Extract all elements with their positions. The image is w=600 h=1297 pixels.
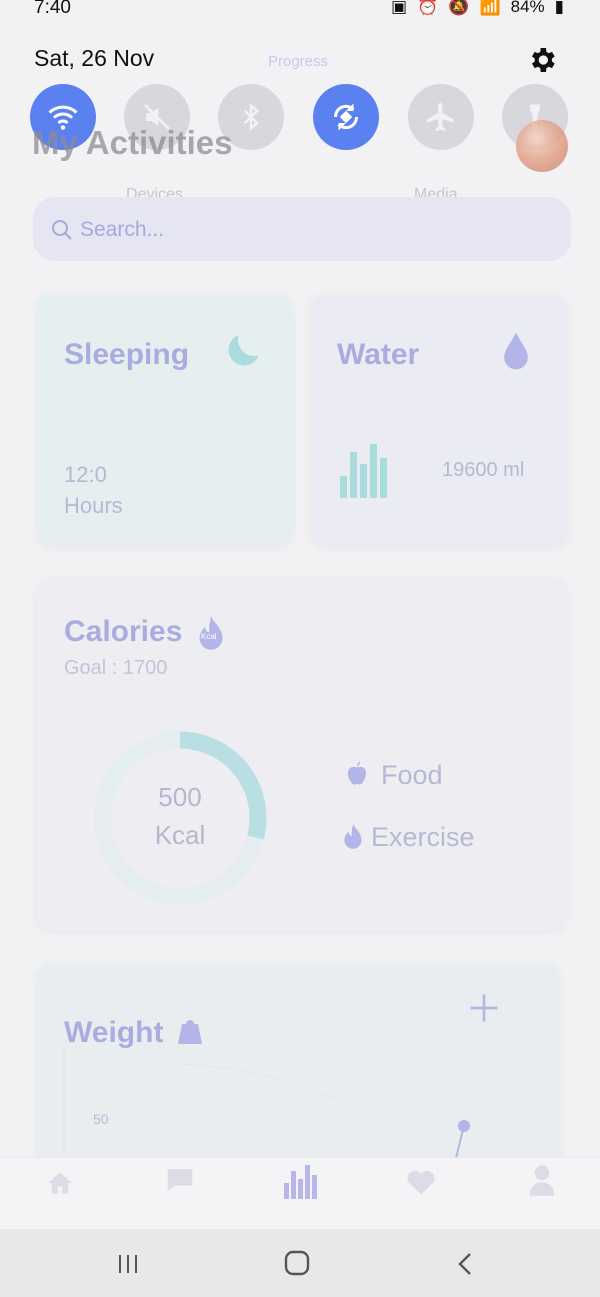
search-placeholder: Search... [80,218,165,241]
water-drop-icon [504,332,528,370]
qs-tile-airplane[interactable] [408,84,474,150]
avatar[interactable] [516,120,568,172]
nav-home-icon[interactable] [45,1170,75,1196]
airplane-icon [426,102,454,132]
settings-gear-icon[interactable] [526,44,558,76]
water-value: 19600 ml [442,459,525,481]
page-title: My Activities [32,124,233,161]
battery-percent: 84% [510,0,545,16]
status-icons: ▣ ⏰ 🔕 📶 84% ▮ [391,0,564,17]
legend-food: Food [381,760,443,790]
flame-badge-icon: Kcal [193,614,229,654]
home-button-icon[interactable] [283,1249,311,1277]
status-bar: 7:40 ▣ ⏰ 🔕 📶 84% ▮ [0,0,600,22]
calories-unit: Kcal [154,820,206,850]
flame-badge-label: Kcal [201,632,217,641]
nav-profile-icon[interactable] [527,1163,557,1197]
recent-apps-icon[interactable] [116,1252,140,1276]
calories-value: 500 [158,782,202,812]
nav-chat-icon[interactable] [163,1165,197,1195]
qs-date: Sat, 26 Nov [34,45,155,71]
moon-icon [228,335,259,366]
legend-exercise: Exercise [371,822,475,852]
calories-goal: Goal : 1700 [64,657,168,679]
weight-title: Weight [64,1016,164,1049]
calories-ring [93,731,267,905]
exercise-flame-icon [344,823,362,849]
notification-icon: ▣ [391,0,408,16]
wifi-icon: 📶 [479,0,501,16]
auto-rotate-icon [333,103,359,131]
weight-icon [178,1020,202,1044]
bluetooth-icon [243,103,260,131]
weight-data-point [458,1120,470,1132]
status-time: 7:40 [34,0,71,18]
nav-heart-icon[interactable] [404,1166,438,1196]
weight-chart [63,1050,470,1158]
sleeping-title: Sleeping [64,338,190,371]
apple-icon [347,761,367,785]
calories-title: Calories [64,615,183,648]
nav-progress-icon[interactable] [282,1163,318,1199]
water-title: Water [337,338,420,371]
qs-tile-auto-rotate[interactable] [313,84,379,150]
back-icon[interactable] [454,1251,478,1277]
mute-icon: 🔕 [448,0,470,16]
alarm-icon: ⏰ [417,0,439,16]
add-weight-button[interactable] [466,990,502,1026]
water-bar-chart-icon [340,444,387,498]
nav-progress-label[interactable]: Progress [268,53,328,70]
sleeping-unit: Hours [64,493,123,518]
search-icon [52,220,72,240]
battery-icon: ▮ [554,0,564,16]
sleeping-value: 12:0 [64,462,107,487]
